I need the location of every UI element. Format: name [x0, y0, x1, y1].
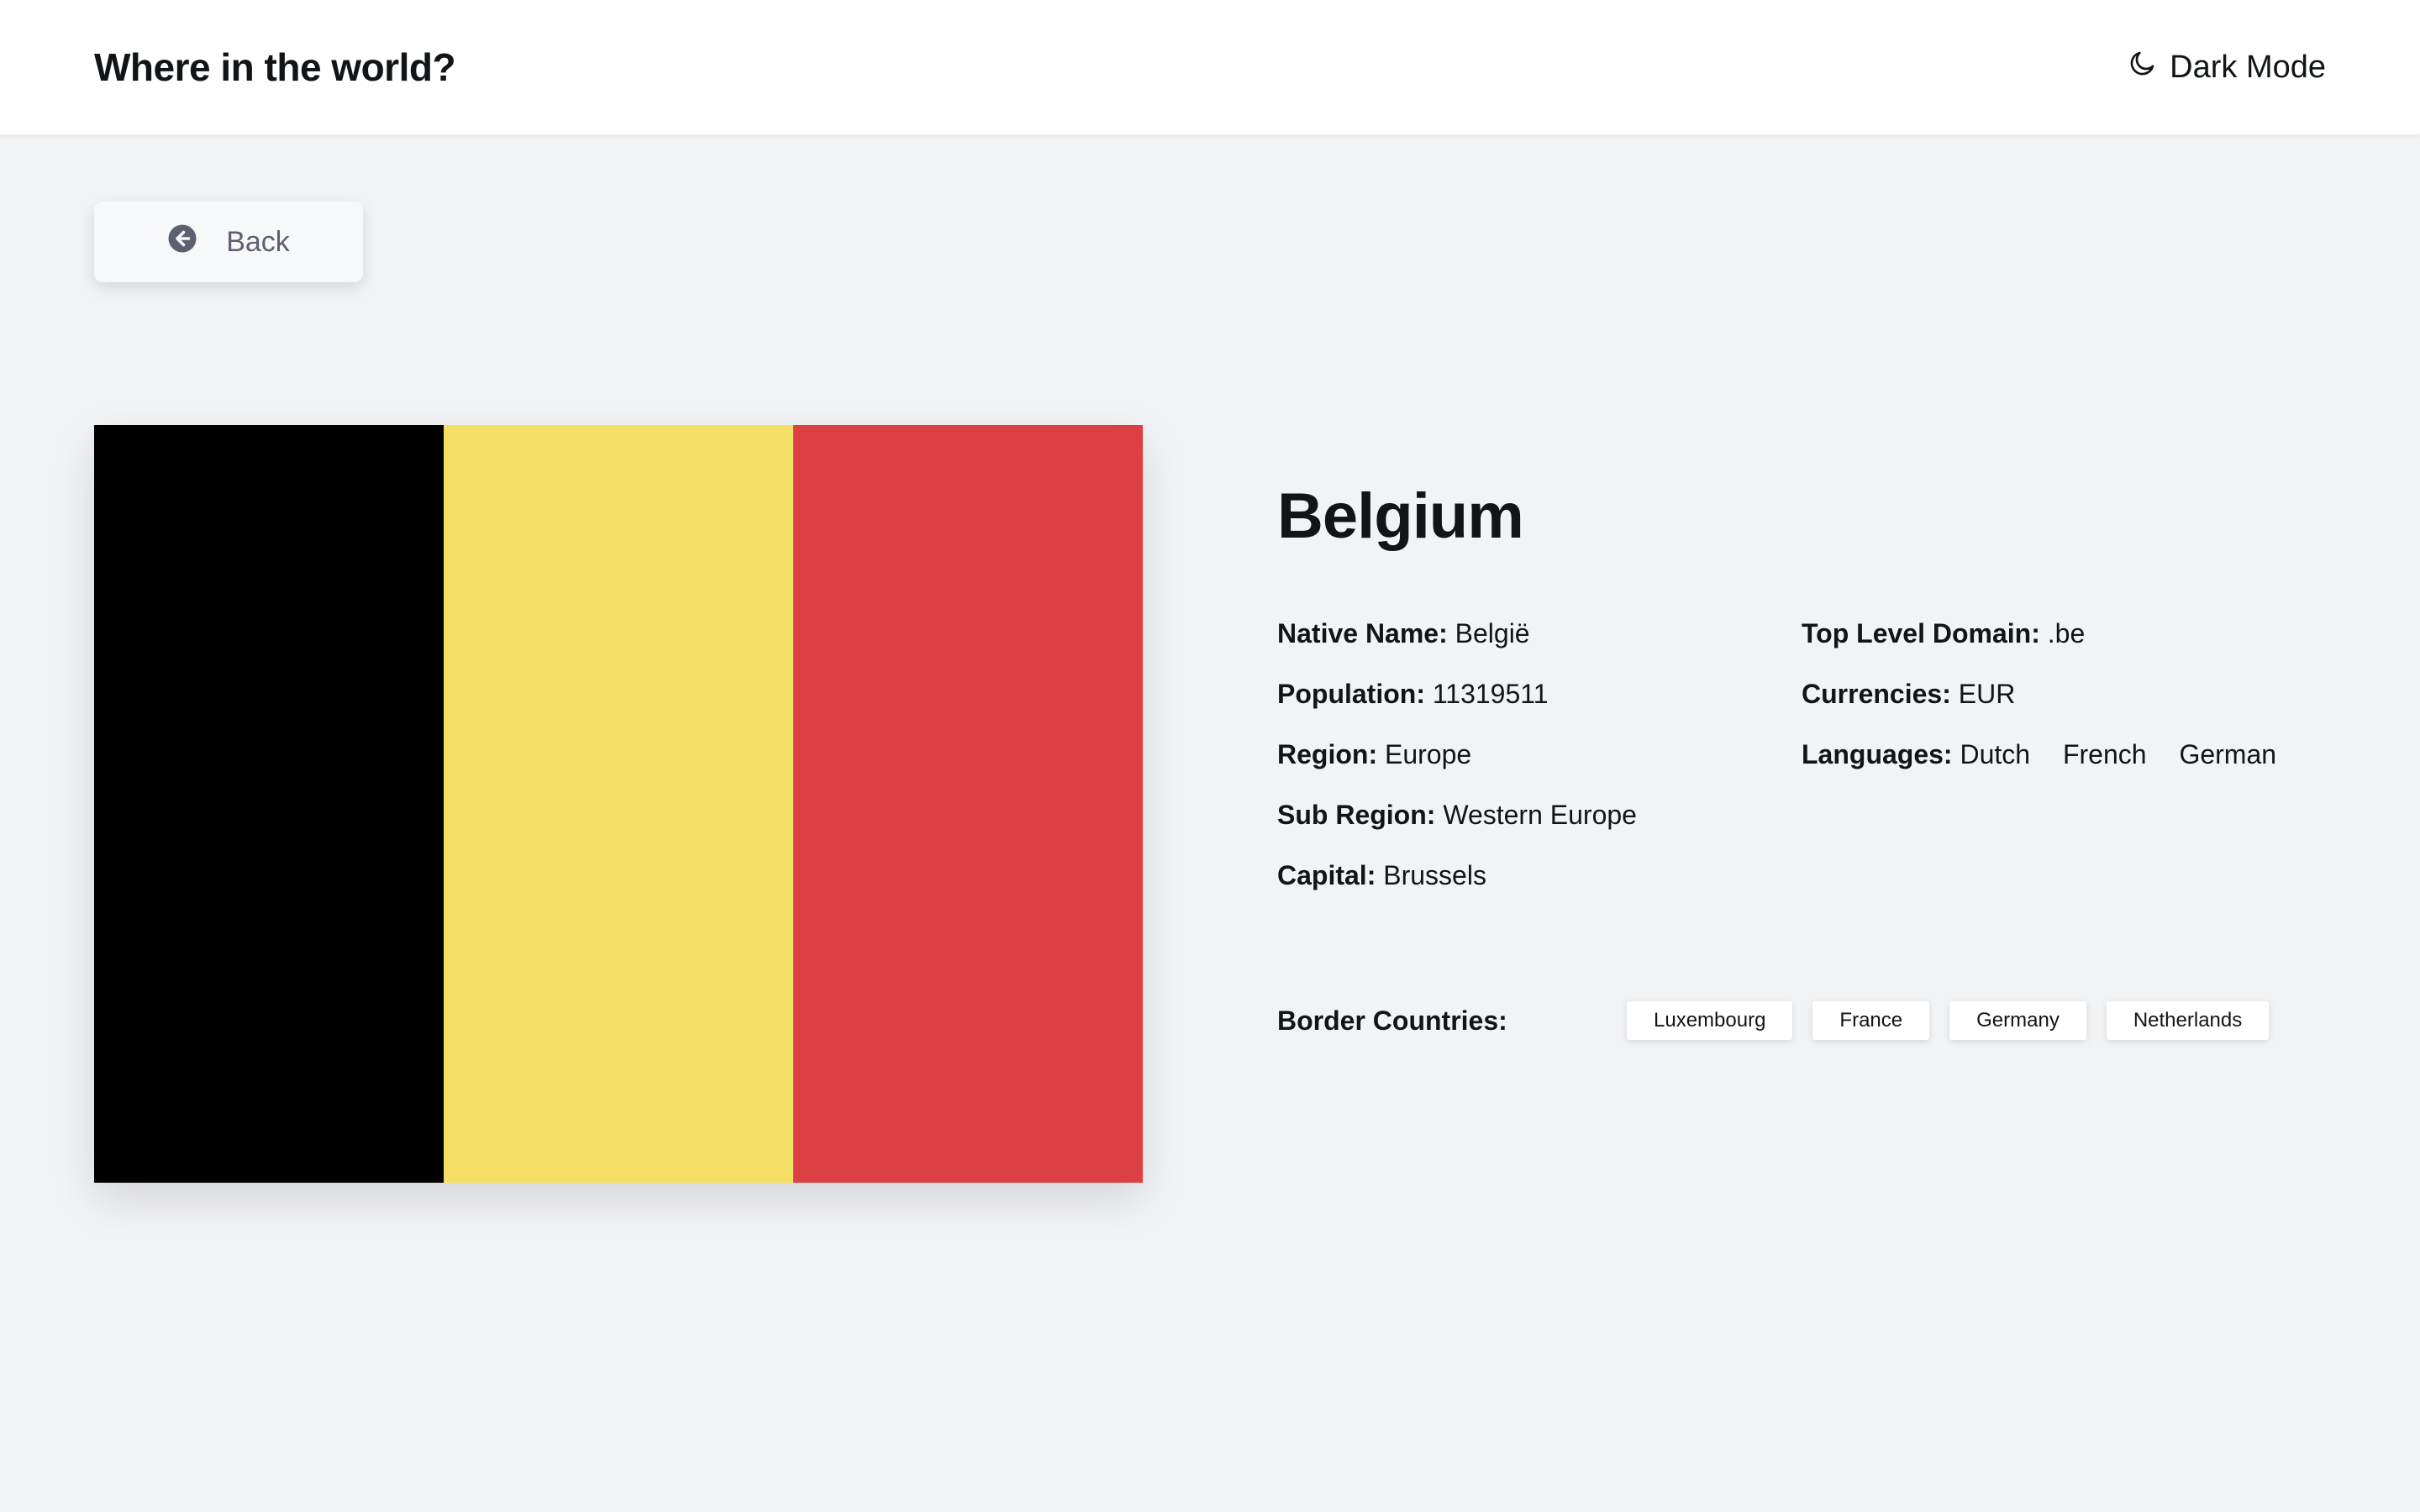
country-name: Belgium [1277, 480, 1524, 552]
capital-value: Brussels [1383, 860, 1486, 890]
country-details: Belgium Native Name: België Population: … [1277, 479, 2328, 1040]
info-left-column: Native Name: België Population: 11319511… [1277, 603, 1637, 906]
currencies-row: Currencies: EUR [1802, 664, 2302, 724]
tld-label: Top Level Domain: [1802, 618, 2040, 648]
languages-row: Languages: Dutch French German [1802, 724, 2302, 785]
border-country-chip[interactable]: France [1812, 1001, 1930, 1040]
native-name-value: België [1455, 618, 1530, 648]
region-row: Region: Europe [1277, 724, 1637, 785]
app-title: Where in the world? [94, 45, 456, 89]
back-button[interactable]: Back [94, 202, 363, 282]
dark-mode-toggle[interactable]: Dark Mode [2128, 48, 2326, 87]
flag-stripe-black [94, 425, 444, 1183]
sub-region-row: Sub Region: Western Europe [1277, 785, 1637, 845]
language-item: German [2179, 739, 2277, 769]
border-country-chip[interactable]: Luxembourg [1627, 1001, 1793, 1040]
flag-stripe-yellow [444, 425, 793, 1183]
country-flag [94, 425, 1143, 1183]
region-label: Region: [1277, 739, 1378, 769]
native-name-label: Native Name: [1277, 618, 1448, 648]
border-countries-label: Border Countries: [1277, 1005, 1507, 1036]
region-value: Europe [1384, 739, 1472, 769]
sub-region-value: Western Europe [1443, 800, 1637, 830]
capital-label: Capital: [1277, 860, 1376, 890]
info-right-column: Top Level Domain: .be Currencies: EUR La… [1802, 603, 2302, 785]
sub-region-label: Sub Region: [1277, 800, 1436, 830]
currencies-label: Currencies: [1802, 679, 1951, 709]
border-countries: Border Countries: Luxembourg France Germ… [1277, 1000, 2328, 1042]
population-row: Population: 11319511 [1277, 664, 1637, 724]
tld-value: .be [2047, 618, 2086, 648]
moon-icon [2128, 48, 2158, 87]
languages-label: Languages: [1802, 739, 1953, 769]
native-name-row: Native Name: België [1277, 603, 1637, 664]
info-columns: Native Name: België Population: 11319511… [1277, 603, 2328, 906]
border-country-chip[interactable]: Germany [1949, 1001, 2086, 1040]
language-item: French [2062, 739, 2147, 769]
population-value: 11319511 [1432, 679, 1549, 709]
capital-row: Capital: Brussels [1277, 845, 1637, 906]
arrow-left-circle-icon [167, 223, 197, 261]
population-label: Population: [1277, 679, 1425, 709]
top-bar: Where in the world? Dark Mode [0, 0, 2420, 134]
tld-row: Top Level Domain: .be [1802, 603, 2302, 664]
flag-stripe-red [793, 425, 1143, 1183]
border-country-chip[interactable]: Netherlands [2106, 1001, 2270, 1040]
border-country-list: Luxembourg France Germany Netherlands [1627, 1001, 2270, 1040]
currencies-value: EUR [1958, 679, 2016, 709]
dark-mode-label: Dark Mode [2170, 49, 2326, 85]
language-item: Dutch [1960, 739, 2031, 769]
back-label: Back [226, 225, 290, 258]
